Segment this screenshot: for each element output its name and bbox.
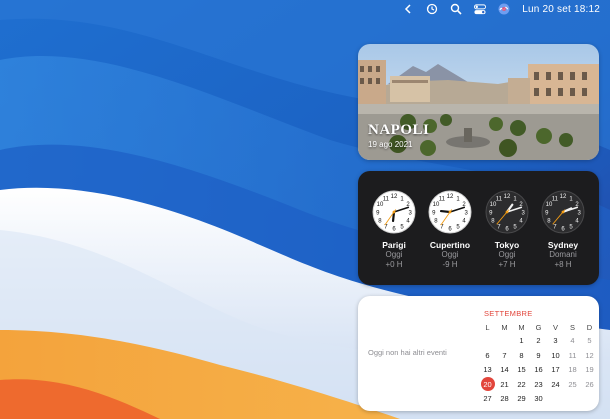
- menu-bar-clock[interactable]: Lun 20 set 18:12: [522, 4, 600, 15]
- clock-center: [448, 210, 452, 214]
- calendar-day[interactable]: 20: [480, 380, 495, 389]
- weekday-label: G: [535, 323, 542, 332]
- menu-bar: Lun 20 set 18:12: [0, 0, 610, 18]
- calendar-day[interactable]: 3: [548, 336, 563, 345]
- clock-numeral: 11: [383, 196, 390, 202]
- calendar-day[interactable]: 22: [514, 380, 529, 389]
- clock-tokyo[interactable]: 1 2 3 4 5 6 7 8 9 10 11 12 Tokyo Oggi +7 H: [482, 189, 532, 270]
- clock-face: 1234567891011 12: [428, 190, 472, 234]
- clock-day: Oggi: [498, 250, 516, 259]
- clock-numeral: 12: [560, 194, 567, 200]
- clock-day: Oggi: [441, 250, 459, 259]
- clock-day: Domani: [549, 250, 577, 259]
- search-icon[interactable]: [450, 3, 462, 15]
- weekday-label: M: [501, 323, 508, 332]
- calendar-day[interactable]: 29: [514, 394, 529, 403]
- clock-face: 1234567891011 12: [541, 190, 585, 234]
- calendar-day[interactable]: 24: [548, 380, 563, 389]
- clock-numeral: 11: [552, 196, 559, 202]
- control-center-icon[interactable]: [474, 3, 487, 15]
- clock-numeral: 11: [496, 196, 503, 202]
- siri-icon[interactable]: [498, 3, 510, 15]
- clock-center: [561, 210, 565, 214]
- world-clock-widget[interactable]: 1 2 3 4 5 6 7 8 9 10 11 12 Parigi Oggi +0 H 1234567…: [358, 171, 599, 285]
- no-events-text: Oggi non hai altri eventi: [368, 348, 447, 357]
- calendar-day[interactable]: 7: [497, 351, 512, 360]
- clock-offset: +0 H: [385, 260, 403, 269]
- clock-parigi[interactable]: 1 2 3 4 5 6 7 8 9 10 11 12 Parigi Oggi +0 H: [369, 189, 419, 270]
- calendar-day[interactable]: 9: [531, 351, 546, 360]
- calendar-day[interactable]: 23: [531, 380, 546, 389]
- calendar-day[interactable]: 19: [582, 365, 597, 374]
- clock-city: Sydney: [547, 240, 579, 250]
- calendar-day[interactable]: 15: [514, 365, 529, 374]
- calendar-day[interactable]: 16: [531, 365, 546, 374]
- clock-numeral: 10: [433, 202, 440, 208]
- weekday-label: D: [586, 323, 593, 332]
- calendar-day[interactable]: 25: [565, 380, 580, 389]
- calendar-day[interactable]: 13: [480, 365, 495, 374]
- clock-face: 1234567891011 12: [372, 190, 416, 234]
- weekday-label: L: [485, 323, 490, 332]
- calendar-day[interactable]: 12: [582, 351, 597, 360]
- weekday-label: V: [552, 323, 558, 332]
- calendar-day[interactable]: 14: [497, 365, 512, 374]
- calendar-day[interactable]: 2: [531, 336, 546, 345]
- calendar-day[interactable]: 21: [497, 380, 512, 389]
- clock-offset: +8 H: [554, 260, 572, 269]
- calendar-day[interactable]: 4: [565, 336, 580, 345]
- clock-cupertino[interactable]: 1 2 3 4 5 6 7 8 9 10 11 12 Cupertino Oggi -9 H: [425, 189, 475, 270]
- calendar-day[interactable]: 1: [514, 336, 529, 345]
- clock-numeral: 12: [504, 194, 511, 200]
- clock-center: [505, 210, 509, 214]
- clock-numeral: 10: [546, 202, 553, 208]
- calendar-month: SETTEMBRE: [484, 309, 533, 318]
- photo-date: 19 ago 2021: [368, 140, 413, 149]
- calendar-widget[interactable]: Oggi non hai altri eventi SETTEMBRE L M M G…: [358, 296, 599, 411]
- calendar-day[interactable]: 17: [548, 365, 563, 374]
- calendar-day[interactable]: 11: [565, 351, 580, 360]
- weekday-label: S: [569, 323, 575, 332]
- clock-center: [392, 210, 396, 214]
- clock-city: Tokyo: [494, 240, 520, 250]
- calendar-day[interactable]: 10: [548, 351, 563, 360]
- clock-city: Parigi: [382, 240, 406, 250]
- photo-title: NAPOLI: [368, 122, 430, 138]
- clock-offset: +7 H: [498, 260, 516, 269]
- clock-offset: -9 H: [442, 260, 458, 269]
- chevron-left-icon[interactable]: [402, 3, 414, 15]
- calendar-day[interactable]: 6: [480, 351, 495, 360]
- clock-numeral: 12: [391, 194, 398, 200]
- clock-sydney[interactable]: 1 2 3 4 5 6 7 8 9 10 11 12 Sydney Domani +8 H: [538, 189, 588, 270]
- time-machine-icon[interactable]: [426, 3, 438, 15]
- clock-numeral: 11: [439, 196, 446, 202]
- weekday-label: M: [518, 323, 525, 332]
- calendar-day[interactable]: 5: [582, 336, 597, 345]
- clock-city: Cupertino: [429, 240, 471, 250]
- clock-numeral: 10: [490, 202, 497, 208]
- calendar-day[interactable]: 27: [480, 394, 495, 403]
- calendar-day[interactable]: 30: [531, 394, 546, 403]
- clock-numeral: 10: [377, 202, 384, 208]
- clock-day: Oggi: [385, 250, 403, 259]
- calendar-day[interactable]: 26: [582, 380, 597, 389]
- calendar-day[interactable]: 28: [497, 394, 512, 403]
- clock-numeral: 12: [447, 194, 454, 200]
- calendar-day[interactable]: 8: [514, 351, 529, 360]
- calendar-day[interactable]: 18: [565, 365, 580, 374]
- photos-widget[interactable]: NAPOLI 19 ago 2021: [358, 44, 599, 160]
- clock-face: 1234567891011 12: [485, 190, 529, 234]
